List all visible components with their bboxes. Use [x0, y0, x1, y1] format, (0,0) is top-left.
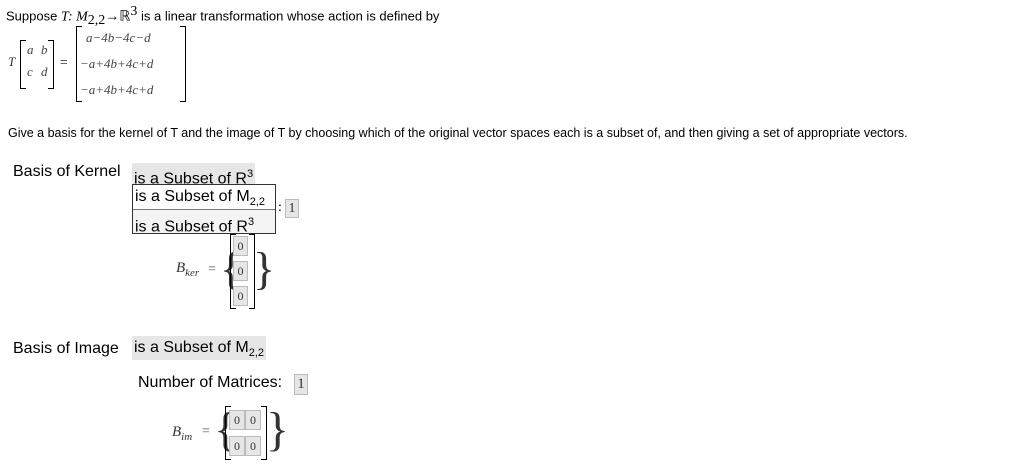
option-text: is a Subset of R	[135, 218, 248, 236]
image-matrix-cell[interactable]: 0	[245, 410, 261, 430]
kernel-subset-select[interactable]: is a Subset of R3	[132, 163, 256, 187]
option-text: is a Subset of M	[135, 188, 250, 205]
transformation-definition: T a b c d = a−4b−4c−d −a+4b+4c+d −a+4b+4…	[0, 0, 200, 110]
kernel-count-colon: :	[278, 200, 282, 215]
image-basis-sub: im	[181, 431, 193, 443]
input-matrix-cell: d	[41, 64, 48, 79]
kernel-vector-count-input[interactable]: 1	[285, 199, 299, 218]
image-selected-sub: 2,2	[248, 347, 265, 360]
definition-equals: =	[60, 54, 68, 69]
kernel-label: Basis of Kernel	[13, 163, 121, 180]
output-vector-entry: a−4b−4c−d	[86, 30, 151, 45]
kernel-equals: =	[208, 262, 216, 277]
kernel-basis-sub: ker	[185, 267, 200, 279]
output-vector-right-bracket	[180, 26, 186, 102]
image-matrix-cell[interactable]: 0	[245, 436, 261, 456]
image-selected-text: is a Subset of M	[134, 339, 249, 356]
output-vector-entry: −a+4b+4c+d	[80, 56, 154, 71]
image-matrix-cell[interactable]: 0	[229, 410, 245, 430]
option-sub: 2,2	[249, 196, 266, 209]
image-label: Basis of Image	[13, 340, 119, 357]
input-matrix-left-bracket	[20, 40, 26, 89]
output-vector-entry: −a+4b+4c+d	[80, 82, 154, 97]
input-matrix-cell: b	[41, 42, 48, 57]
kernel-basis-label: Bker	[176, 260, 199, 279]
kernel-subset-dropdown: is a Subset of M2,2 is a Subset of R3	[132, 184, 276, 236]
instructions: Give a basis for the kernel of T and the…	[8, 126, 908, 140]
image-set-right-brace: }	[266, 403, 290, 456]
kernel-selected-sup: 3	[246, 168, 254, 180]
image-matrix-cell[interactable]: 0	[229, 436, 245, 456]
input-matrix-cell: a	[27, 42, 34, 57]
input-matrix-right-bracket	[48, 40, 54, 89]
image-count-label: Number of Matrices:	[138, 374, 283, 391]
t-symbol: T	[8, 54, 16, 69]
kernel-set-right-brace: }	[253, 243, 276, 294]
image-equals: =	[202, 424, 210, 439]
kernel-vector-cell[interactable]: 0	[233, 261, 248, 281]
image-matrix-count-input[interactable]: 1	[294, 374, 308, 395]
image-subset-select[interactable]: is a Subset of M2,2	[132, 336, 267, 360]
kernel-vector-cell[interactable]: 0	[233, 236, 248, 256]
kernel-option-m22[interactable]: is a Subset of M2,2	[133, 185, 275, 210]
image-basis-label: Bim	[172, 424, 192, 443]
kernel-option-r3[interactable]: is a Subset of R3	[133, 210, 275, 236]
input-matrix-cell: c	[27, 64, 33, 79]
kernel-basis-symbol: B	[176, 260, 186, 276]
image-basis-symbol: B	[172, 424, 182, 440]
option-sup: 3	[247, 216, 255, 228]
kernel-vector-cell[interactable]: 0	[233, 286, 248, 306]
